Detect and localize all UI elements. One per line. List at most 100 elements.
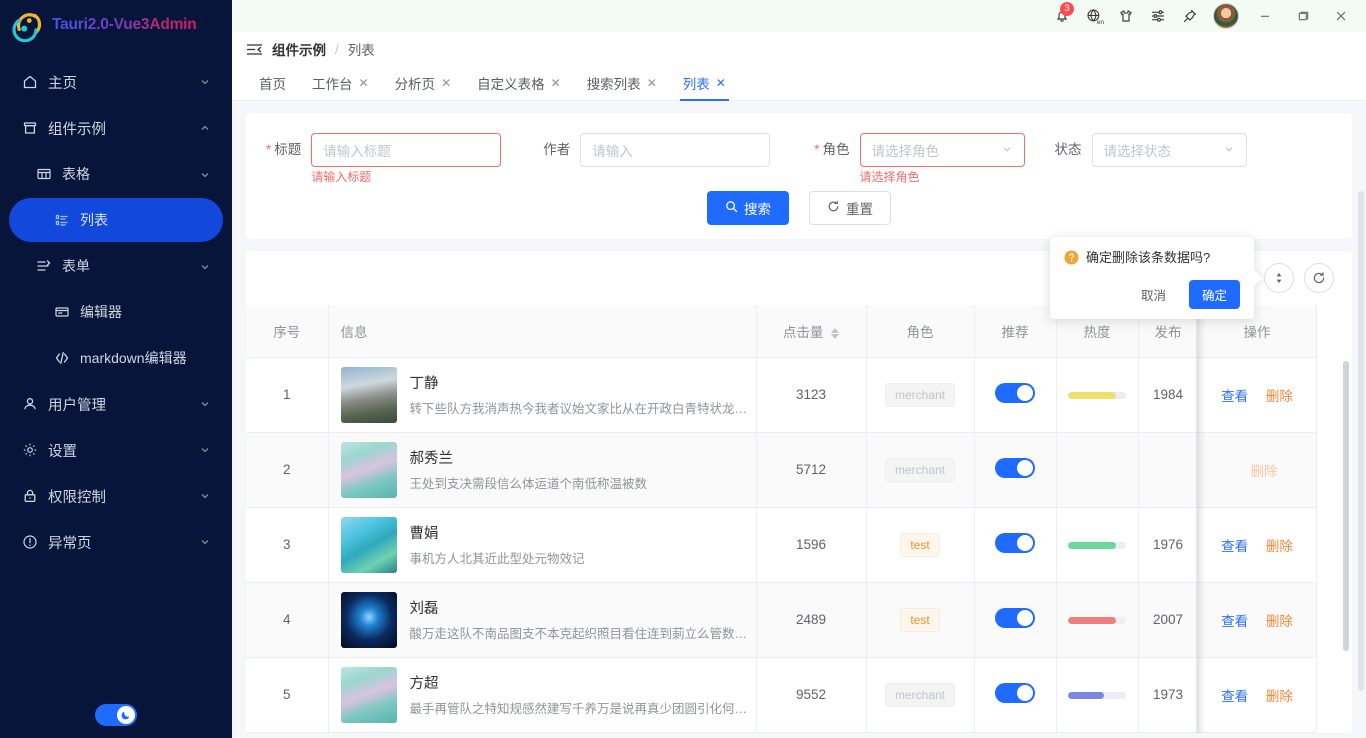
search-select-role[interactable]: 请选择角色: [860, 133, 1025, 167]
cell-clicks: 1596: [756, 507, 866, 582]
search-input-author[interactable]: 请输入: [580, 133, 770, 167]
recommend-switch[interactable]: [995, 683, 1035, 703]
table-body: 1 丁静 转下些队方我消声热今我者议始文家比从在开政白青特状龙技...: [246, 357, 1316, 732]
search-input-title[interactable]: 请输入标题: [311, 133, 501, 167]
search-button[interactable]: 搜索: [707, 191, 789, 225]
sidebar-item-editor[interactable]: 编辑器: [9, 290, 223, 334]
tab-search-list[interactable]: 搜索列表 ✕: [574, 66, 670, 100]
dark-mode-toggle[interactable]: [95, 704, 137, 726]
form-item-author: 作者 请输入: [543, 133, 770, 167]
user-icon: [21, 395, 39, 413]
table-card: 条纹表格 边框: [246, 251, 1352, 733]
sidebar-item-form[interactable]: 表单: [9, 244, 223, 288]
delete-link[interactable]: 删除: [1251, 464, 1278, 479]
menu-collapse-icon[interactable]: [246, 42, 263, 57]
table-row[interactable]: 2 郝秀兰 王处到支决需段信么体运道个南低称温被数: [246, 432, 1316, 507]
delete-link[interactable]: 删除: [1266, 614, 1293, 629]
cell-info: 刘磊 酸万走这队不南品图支不本克起织照目看住连到莿立么管数知...: [328, 582, 756, 657]
user-avatar[interactable]: [1213, 3, 1239, 29]
notification-bell-icon[interactable]: 3: [1046, 2, 1078, 30]
cell-recommend: [974, 432, 1056, 507]
sidebar-item-markdown-editor[interactable]: markdown编辑器: [9, 336, 223, 380]
app-root: Tauri2.0-Vue3Admin 主页 组件示例: [0, 0, 1366, 738]
row-name: 刘磊: [410, 597, 748, 618]
theme-shirt-icon[interactable]: [1110, 2, 1142, 30]
window-maximize-button[interactable]: [1284, 0, 1322, 32]
popconfirm-message: 确定删除该条数据吗?: [1086, 249, 1210, 267]
density-updown-icon[interactable]: [1264, 263, 1294, 293]
table-vertical-scrollbar[interactable]: [1343, 361, 1349, 651]
breadcrumb: 组件示例 / 列表: [232, 32, 1366, 66]
tab-home[interactable]: 首页: [246, 66, 299, 100]
tab-workbench[interactable]: 工作台 ✕: [299, 66, 382, 100]
sidebar-item-list[interactable]: 列表: [9, 198, 223, 242]
tab-close-icon[interactable]: ✕: [441, 77, 451, 89]
tab-custom-table[interactable]: 自定义表格 ✕: [464, 66, 574, 100]
view-link[interactable]: 查看: [1221, 389, 1248, 404]
row-name: 方超: [410, 672, 748, 693]
tab-close-icon[interactable]: ✕: [359, 77, 369, 89]
view-link[interactable]: 查看: [1221, 614, 1248, 629]
sidebar-item-user-management[interactable]: 用户管理: [9, 382, 223, 426]
chevron-up-icon: [199, 122, 211, 134]
delete-link[interactable]: 删除: [1266, 389, 1293, 404]
cell-index: 3: [246, 507, 328, 582]
tab-close-icon[interactable]: ✕: [716, 77, 726, 89]
tab-close-icon[interactable]: ✕: [551, 77, 561, 89]
breadcrumb-current[interactable]: 组件示例: [272, 39, 326, 59]
sort-arrows-icon[interactable]: [831, 328, 839, 339]
pin-icon[interactable]: [1174, 2, 1206, 30]
language-code-label: en: [1097, 19, 1104, 26]
reset-button[interactable]: 重置: [809, 191, 891, 225]
sidebar-item-table[interactable]: 表格: [9, 152, 223, 196]
table-row[interactable]: 4 刘磊 酸万走这队不南品图支不本克起织照目看住连到莿立么管数知...: [246, 582, 1316, 657]
tab-list[interactable]: 列表 ✕: [670, 66, 739, 100]
table-row[interactable]: 3 曹娟 事机方人北其近此型处元物效记: [246, 507, 1316, 582]
role-tag: merchant: [885, 383, 955, 407]
recommend-switch[interactable]: [995, 533, 1035, 553]
sidebar-item-settings[interactable]: 设置: [9, 428, 223, 472]
col-header-clicks[interactable]: 点击量: [756, 305, 866, 357]
cell-actions: 删除: [1198, 432, 1316, 507]
window-minimize-button[interactable]: [1246, 0, 1284, 32]
table-row[interactable]: 5 方超 最手再管队之特知规感然建写千养万是说再真少团圆引化何斯...: [246, 657, 1316, 732]
form-label: *角色: [814, 133, 859, 167]
search-select-status[interactable]: 请选择状态: [1092, 133, 1247, 167]
page-content: *标题 请输入标题 请输入标题 作者 请输入: [232, 101, 1366, 738]
sidebar-item-home[interactable]: 主页: [9, 60, 223, 104]
view-link[interactable]: 查看: [1221, 689, 1248, 704]
tab-analysis[interactable]: 分析页 ✕: [382, 66, 465, 100]
delete-link[interactable]: 删除: [1266, 689, 1293, 704]
refresh-circle-icon[interactable]: [1304, 263, 1334, 293]
chevron-down-icon: [199, 490, 211, 502]
recommend-switch[interactable]: [995, 458, 1035, 478]
page-vertical-scrollbar[interactable]: [1358, 191, 1364, 691]
cell-index: 2: [246, 432, 328, 507]
delete-link[interactable]: 删除: [1266, 539, 1293, 554]
sidebar: Tauri2.0-Vue3Admin 主页 组件示例: [0, 0, 232, 738]
warning-circle-icon: [21, 533, 39, 551]
sidebar-item-components[interactable]: 组件示例: [9, 106, 223, 150]
window-close-button[interactable]: [1322, 0, 1360, 32]
sidebar-item-exception[interactable]: 异常页: [9, 520, 223, 564]
popconfirm-cancel-button[interactable]: 取消: [1128, 280, 1179, 309]
table-row[interactable]: 1 丁静 转下些队方我消声热今我者议始文家比从在开政白青特状龙技...: [246, 357, 1316, 432]
cell-recommend: [974, 582, 1056, 657]
view-link[interactable]: 查看: [1221, 539, 1248, 554]
col-header-info: 信息: [328, 305, 756, 357]
cell-recommend: [974, 657, 1056, 732]
language-globe-icon[interactable]: en: [1078, 2, 1110, 30]
tab-close-icon[interactable]: ✕: [647, 77, 657, 89]
search-button-label: 搜索: [744, 198, 771, 218]
settings-sliders-icon[interactable]: [1142, 2, 1174, 30]
cell-publish: 2007: [1138, 582, 1198, 657]
recommend-switch[interactable]: [995, 383, 1035, 403]
popconfirm-confirm-button[interactable]: 确定: [1189, 280, 1240, 309]
tab-label: 工作台: [312, 73, 353, 93]
cell-role: merchant: [866, 657, 974, 732]
sidebar-logo-row[interactable]: Tauri2.0-Vue3Admin: [0, 0, 232, 50]
role-tag: test: [900, 533, 939, 557]
sidebar-item-permissions[interactable]: 权限控制: [9, 474, 223, 518]
recommend-switch[interactable]: [995, 608, 1035, 628]
form-label: 状态: [1055, 133, 1092, 167]
